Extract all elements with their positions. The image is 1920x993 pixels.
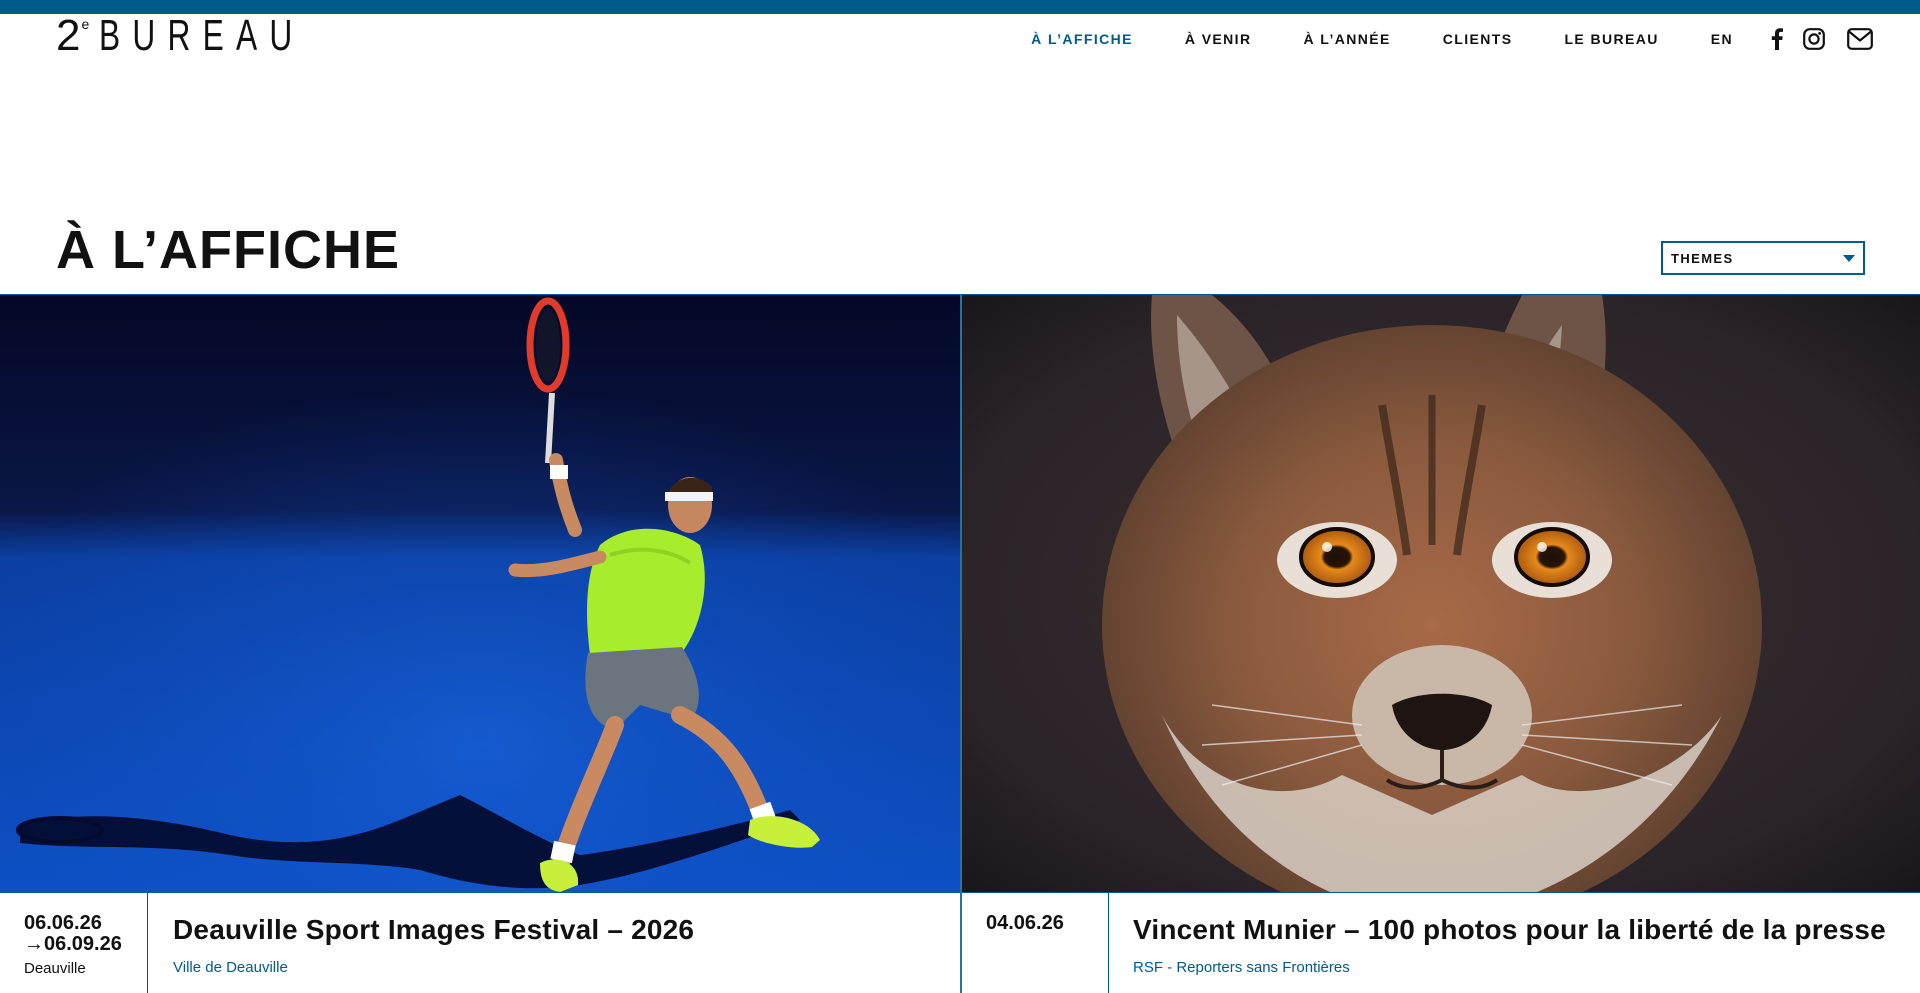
nav-item-clients[interactable]: CLIENTS [1443, 31, 1513, 47]
client-link[interactable]: RSF - Reporters sans Frontières [1133, 959, 1900, 977]
start-date: 04.06.26 [986, 912, 1064, 934]
nav-item-a-laffiche[interactable]: À L’AFFICHE [1031, 31, 1133, 47]
mail-icon[interactable] [1847, 28, 1873, 50]
nav-item-a-venir[interactable]: À VENIR [1185, 31, 1252, 47]
nav-item-le-bureau[interactable]: LE BUREAU [1564, 31, 1658, 47]
chevron-down-icon [1843, 255, 1855, 262]
tennis-player-photo[interactable] [0, 295, 960, 892]
logo-word: BUREAU [99, 11, 305, 60]
date-column: 06.06.26 →06.09.26 Deauville [0, 893, 148, 993]
date-column: 04.06.26 [962, 893, 1109, 993]
exhibition-card-munier[interactable]: 04.06.26 Vincent Munier – 100 photos pou… [962, 295, 1920, 993]
end-date: →06.09.26 [24, 933, 122, 955]
info-column: Deauville Sport Images Festival – 2026 V… [173, 913, 940, 977]
nav-item-a-lannee[interactable]: À L’ANNÉE [1303, 31, 1390, 47]
start-date: 06.06.26 [24, 912, 102, 934]
logo-superscript: e [81, 16, 90, 32]
logo-number: 2 [56, 11, 81, 60]
location: Deauville [24, 960, 86, 977]
lynx-portrait-photo[interactable] [962, 295, 1920, 892]
page-title: À L’AFFICHE [56, 220, 400, 280]
site-logo[interactable]: 2 e BUREAU [56, 14, 385, 58]
themes-dropdown[interactable]: THEMES [1661, 241, 1865, 275]
info-column: Vincent Munier – 100 photos pour la libe… [1133, 913, 1900, 977]
exhibition-title[interactable]: Deauville Sport Images Festival – 2026 [173, 913, 940, 947]
client-link[interactable]: Ville de Deauville [173, 959, 940, 977]
main-nav: À L’AFFICHE À VENIR À L’ANNÉE CLIENTS LE… [979, 24, 1873, 54]
facebook-icon[interactable] [1771, 28, 1783, 50]
exhibition-title[interactable]: Vincent Munier – 100 photos pour la libe… [1133, 913, 1900, 947]
exhibition-card-deauville[interactable]: 06.06.26 →06.09.26 Deauville Deauville S… [0, 295, 960, 993]
language-switch[interactable]: EN [1711, 31, 1733, 47]
instagram-icon[interactable] [1803, 28, 1825, 50]
exhibition-meta: 06.06.26 →06.09.26 Deauville Deauville S… [0, 892, 960, 993]
themes-dropdown-label: THEMES [1671, 250, 1734, 266]
exhibition-meta: 04.06.26 Vincent Munier – 100 photos pou… [962, 892, 1920, 993]
